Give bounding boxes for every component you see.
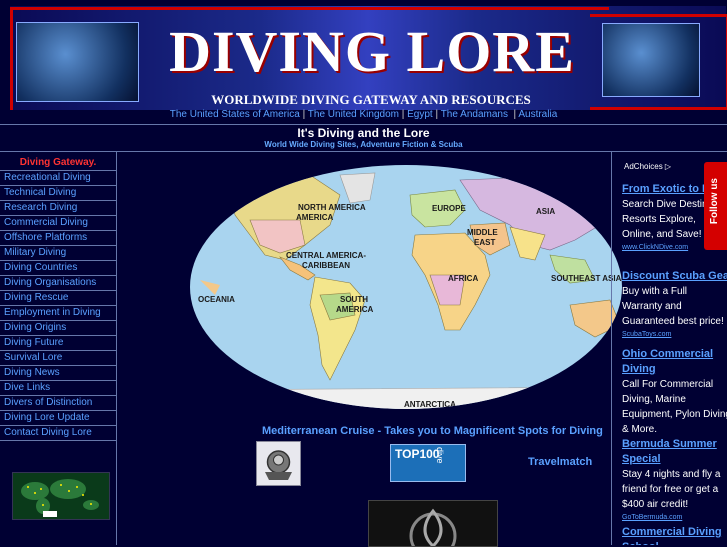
sidebar-item-diving-countries[interactable]: Diving Countries: [0, 260, 116, 275]
map-label-africa: AFRICA: [448, 274, 478, 283]
sidebar-item-diving-rescue[interactable]: Diving Rescue: [0, 290, 116, 305]
ad-url[interactable]: ScubaToys.com: [622, 329, 727, 340]
sidebar-item-technical-diving[interactable]: Technical Diving: [0, 185, 116, 200]
diving-badge-logo[interactable]: [256, 441, 301, 486]
ad-title[interactable]: Commercial Diving School: [622, 525, 722, 545]
country-link-andamans[interactable]: The Andamans: [441, 109, 508, 120]
country-link-australia[interactable]: Australia: [518, 109, 557, 120]
sidebar-item-diving-news[interactable]: Diving News: [0, 365, 116, 380]
site-logo[interactable]: DIVING LORE: [152, 18, 592, 85]
page-subtitle: World Wide Diving Sites, Adventure Ficti…: [264, 140, 463, 149]
country-link-egypt[interactable]: Egypt: [407, 109, 433, 120]
sidebar-item-diving-organisations[interactable]: Diving Organisations: [0, 275, 116, 290]
map-label-oceania: OCEANIA: [198, 295, 235, 304]
ad-body: Call For Commercial Diving, Marine Equip…: [622, 379, 727, 435]
ad-body: Stay 4 nights and fly a friend for free …: [622, 469, 721, 510]
site-tagline: WORLDWIDE DIVING GATEWAY AND RESOURCES: [211, 92, 531, 107]
travelmatch-link[interactable]: Travelmatch: [528, 456, 592, 468]
ad-url[interactable]: GoToBermuda.com: [622, 512, 727, 523]
ad-title[interactable]: Ohio Commercial Diving: [622, 347, 718, 377]
country-link-uk[interactable]: The United Kingdom: [308, 109, 399, 120]
sidebar-item-research-diving[interactable]: Research Diving: [0, 200, 116, 215]
sidebar-item-offshore-platforms[interactable]: Offshore Platforms: [0, 230, 116, 245]
sidebar-item-divers-of-distinction[interactable]: Divers of Distinction: [0, 395, 116, 410]
svg-text:MIDDLE: MIDDLE: [467, 228, 498, 237]
map-label-europe: EUROPE: [432, 204, 466, 213]
follow-us-text: Follow us: [709, 178, 720, 225]
sidebar-item-diving-lore-update[interactable]: Diving Lore Update: [0, 410, 116, 425]
map-label-north-america: NORTH AMERICA: [298, 203, 366, 212]
divider: [0, 124, 727, 125]
top100-text: TOP100: [395, 447, 440, 461]
ad-item: Bermuda Summer Special Stay 4 nights and…: [622, 437, 727, 523]
mini-world-map[interactable]: [12, 472, 110, 520]
svg-text:AMERICA: AMERICA: [296, 213, 334, 222]
country-nav: The United States of America | The Unite…: [169, 109, 558, 120]
top100-subtext: dive: [435, 447, 445, 464]
sidebar-heading: Diving Gateway.: [19, 157, 97, 168]
sidebar-item-military-diving[interactable]: Military Diving: [0, 245, 116, 260]
sidebar-item-recreational-diving[interactable]: Recreational Diving: [0, 170, 116, 185]
svg-text:AMERICA: AMERICA: [336, 305, 374, 314]
sidebar-item-dive-links[interactable]: Dive Links: [0, 380, 116, 395]
svg-text:CARIBBEAN: CARIBBEAN: [302, 261, 350, 270]
cruise-link[interactable]: Mediterranean Cruise - Takes you to Magn…: [262, 425, 603, 437]
svg-text:SOUTH: SOUTH: [340, 295, 368, 304]
adchoices-text: AdChoices: [624, 162, 663, 171]
adchoices-label[interactable]: AdChoices ▷: [624, 162, 671, 171]
banner: DIVING LORE WORLDWIDE DIVING GATEWAY AND…: [0, 0, 727, 124]
page-title: It's Diving and the Lore: [297, 126, 430, 140]
ad-body: Buy with a Full Warranty and Guaranteed …: [622, 286, 724, 327]
sidebar-item-survival-lore[interactable]: Survival Lore: [0, 350, 116, 365]
top100-dive-banner[interactable]: TOP100 dive: [390, 444, 466, 482]
ad-title[interactable]: Discount Scuba Gea: [622, 269, 727, 284]
svg-text:EAST: EAST: [474, 238, 495, 247]
diver-photo-left: [16, 22, 139, 102]
country-link-usa[interactable]: The United States of America: [170, 109, 300, 120]
ad-item: Ohio Commercial Diving Call For Commerci…: [622, 347, 727, 437]
sidebar-item-commercial-diving[interactable]: Commercial Diving: [0, 215, 116, 230]
world-map[interactable]: NORTH AMERICA AMERICA EUROPE ASIA MIDDLE…: [190, 165, 622, 410]
svg-text:CENTRAL AMERICA-: CENTRAL AMERICA-: [286, 251, 366, 260]
sidebar-item-diving-future[interactable]: Diving Future: [0, 335, 116, 350]
map-label-asia: ASIA: [536, 207, 555, 216]
sidebar-item-contact[interactable]: Contact Diving Lore: [0, 425, 116, 441]
ad-item: Discount Scuba Gea Buy with a Full Warra…: [622, 269, 727, 340]
ad-title[interactable]: Bermuda Summer Special: [622, 437, 718, 467]
follow-us-tab[interactable]: Follow us: [704, 162, 727, 250]
sidebar-item-employment[interactable]: Employment in Diving: [0, 305, 116, 320]
celtic-knot-logo[interactable]: [368, 500, 498, 547]
diver-photo-right: [602, 23, 700, 97]
map-label-antarctica: ANTARCTICA: [404, 400, 456, 409]
play-triangle-icon: ▷: [664, 162, 672, 171]
sidebar-item-diving-origins[interactable]: Diving Origins: [0, 320, 116, 335]
ad-item: Commercial Diving School: [622, 525, 727, 545]
